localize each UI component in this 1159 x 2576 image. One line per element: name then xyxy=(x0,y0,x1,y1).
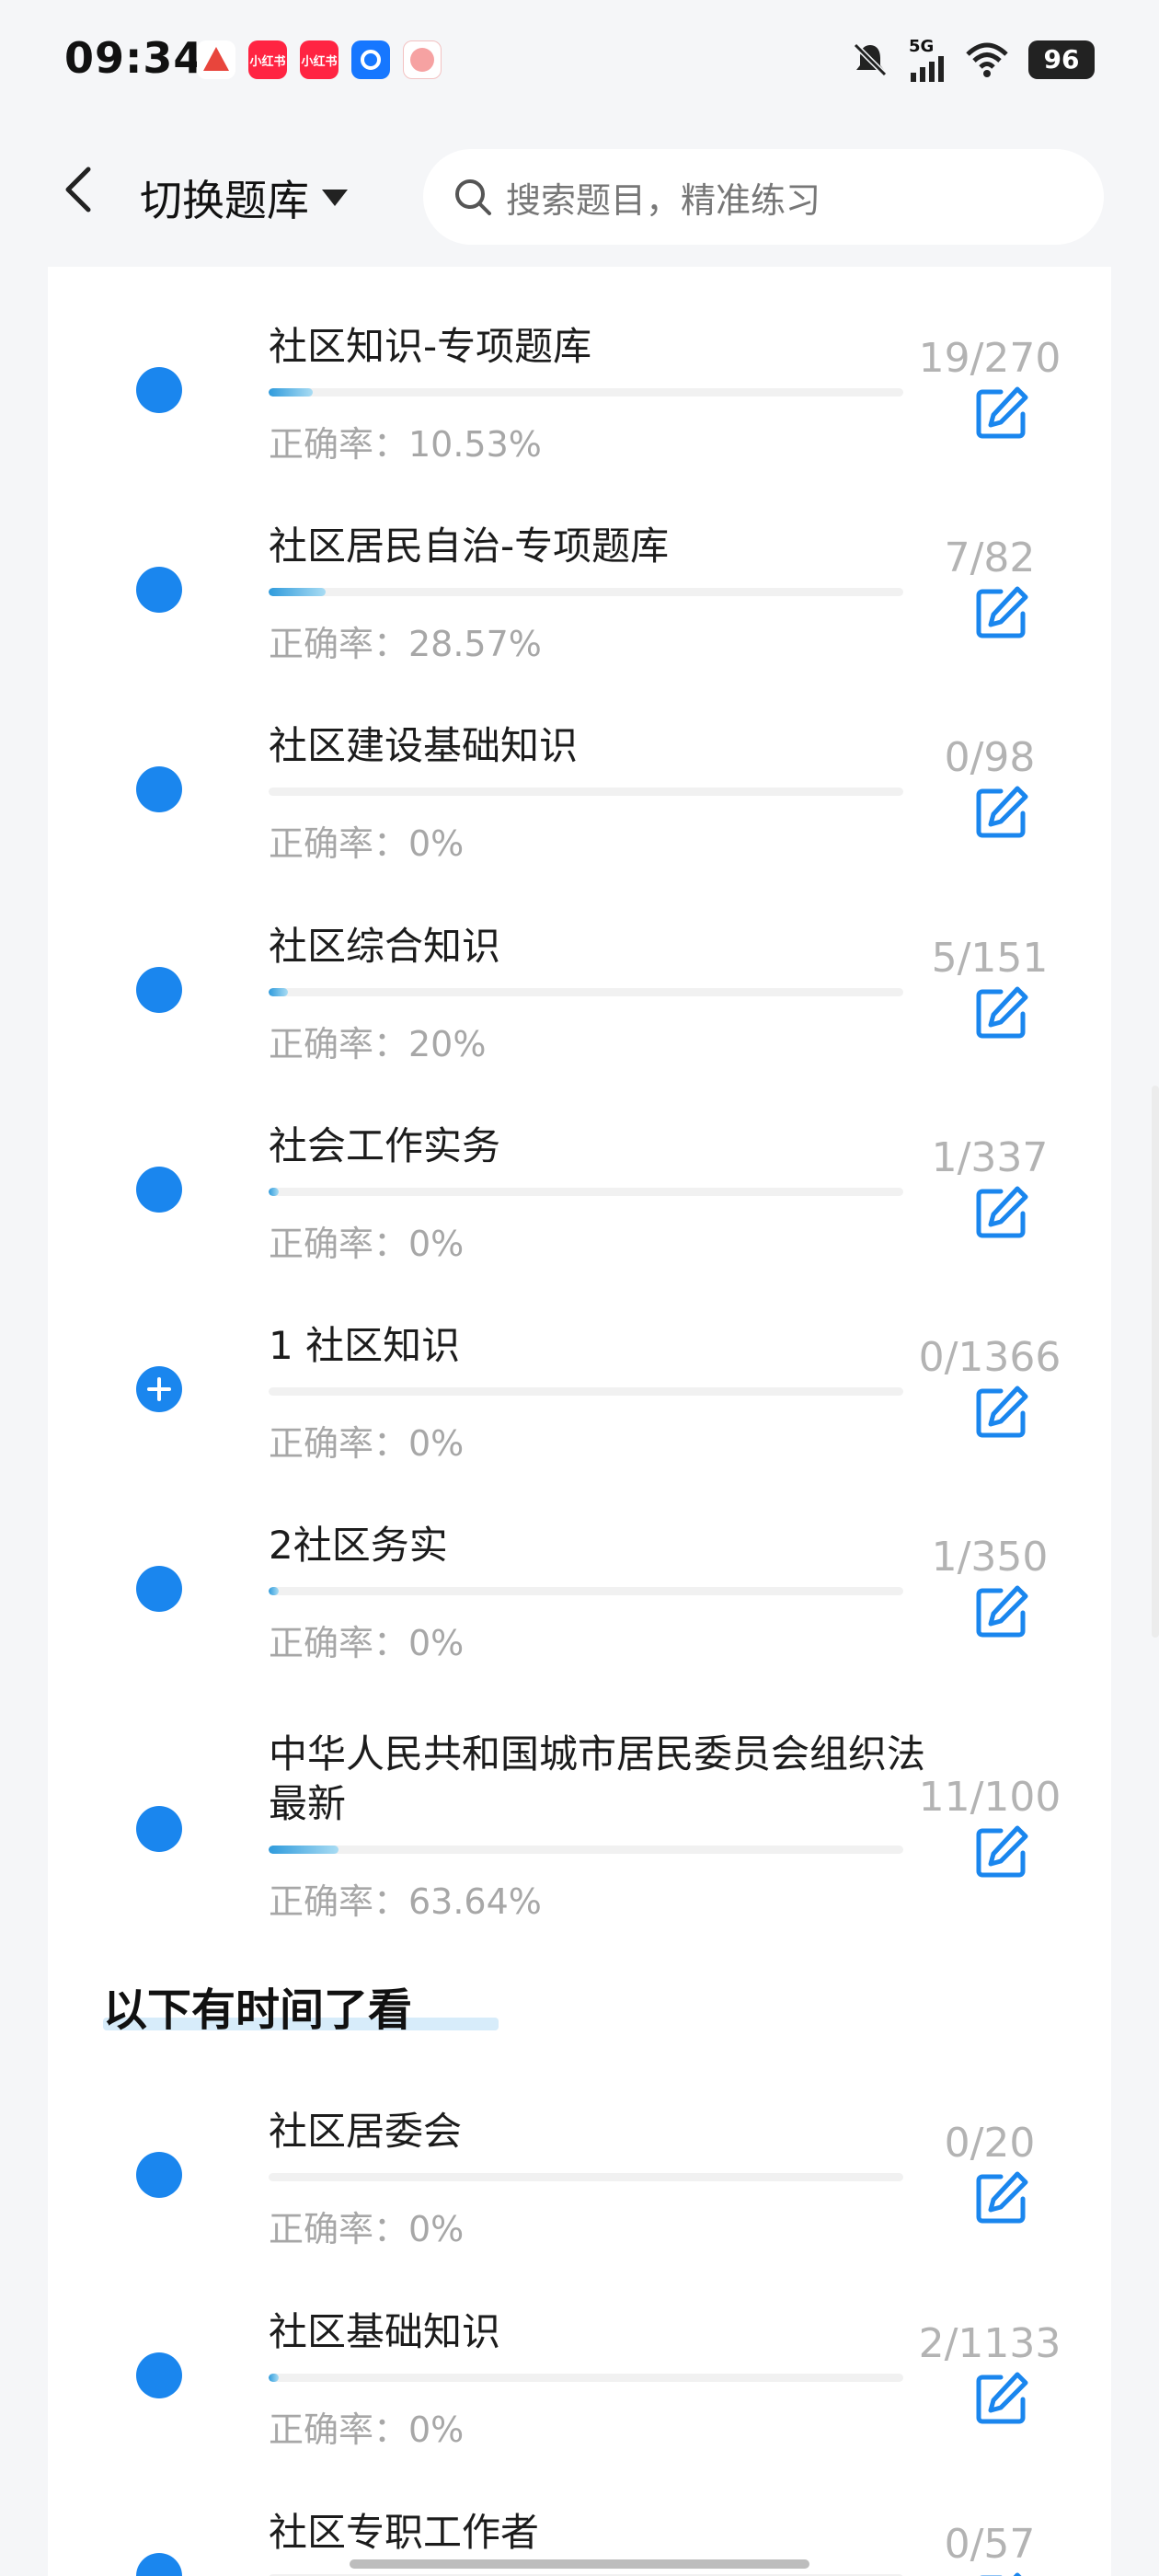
edit-icon[interactable] xyxy=(973,584,1030,641)
status-time: 09:34 xyxy=(64,33,204,83)
network-type: 5G xyxy=(909,37,935,56)
item-title: 社区建设基础知识 xyxy=(269,723,579,768)
edit-icon[interactable] xyxy=(973,2169,1030,2226)
accuracy-rate: 正确率：0% xyxy=(269,1224,465,1264)
battery-indicator: 96 xyxy=(1028,40,1095,79)
progress-bar xyxy=(269,2374,903,2382)
item-title: 社区居民自治-专项题库 xyxy=(269,523,670,569)
accuracy-rate: 正确率：28.57% xyxy=(269,624,542,664)
progress-fill xyxy=(269,988,288,996)
accuracy-rate: 正确率：20% xyxy=(269,1024,487,1064)
progress-bar xyxy=(269,988,903,996)
status-dot-icon xyxy=(136,2553,182,2576)
bell-muted-icon xyxy=(853,42,888,76)
progress-bar xyxy=(269,1587,903,1595)
progress-bar xyxy=(269,1188,903,1196)
item-title: 社区知识-专项题库 xyxy=(269,324,592,369)
search-icon xyxy=(455,179,491,215)
app-icon-1 xyxy=(197,40,235,79)
progress-count: 7/82 xyxy=(944,535,1036,581)
wifi-icon xyxy=(966,42,1008,77)
progress-fill xyxy=(269,1846,339,1854)
edit-icon[interactable] xyxy=(973,1823,1030,1880)
progress-count: 5/151 xyxy=(931,935,1049,982)
question-bank-list: 社区知识-专项题库正确率：10.53% 19/270 社区居民自治-专项题库正确率：… xyxy=(48,267,1111,2576)
chevron-left-icon xyxy=(65,167,91,213)
app-icon-5 xyxy=(403,40,442,79)
caret-down-icon xyxy=(322,190,348,206)
edit-icon[interactable] xyxy=(973,2370,1030,2427)
accuracy-rate: 正确率：63.64% xyxy=(269,1881,542,1922)
status-dot-icon xyxy=(136,967,182,1013)
status-dot-icon xyxy=(136,367,182,413)
status-indicators: 5G 96 xyxy=(850,37,1095,82)
progress-count: 0/98 xyxy=(944,734,1036,781)
item-title: 社区综合知识 xyxy=(269,924,501,969)
item-title: 社区专职工作者 xyxy=(269,2510,540,2555)
progress-bar xyxy=(269,2173,903,2181)
item-title: 2社区务实 xyxy=(269,1523,448,1568)
edit-icon[interactable] xyxy=(973,1583,1030,1640)
section-title: 以下有时间了看 xyxy=(103,1984,413,2036)
switch-bank-label: 切换题库 xyxy=(140,176,309,225)
progress-bar xyxy=(269,1387,903,1396)
status-dot-icon xyxy=(136,2352,182,2398)
notification-app-icons: 小红书 小红书 xyxy=(197,40,442,79)
progress-count: 0/20 xyxy=(944,2120,1036,2167)
switch-bank-dropdown[interactable]: 切换题库 xyxy=(140,167,350,228)
item-title: 社区基础知识 xyxy=(269,2309,501,2354)
expand-plus-icon[interactable] xyxy=(136,1366,182,1412)
status-dot-icon xyxy=(136,1806,182,1852)
search-input[interactable]: 搜索题目，精准练习 xyxy=(423,149,1104,245)
signal-icon: 5G xyxy=(909,37,946,82)
progress-count: 0/57 xyxy=(944,2521,1036,2568)
app-root: 09:34 小红书 小红书 5G 96 切换题库 搜索题目，精准练习 社区知识-… xyxy=(0,0,1159,2576)
item-title: 社会工作实务 xyxy=(269,1123,501,1168)
edit-icon[interactable] xyxy=(973,1384,1030,1441)
app-icon-3: 小红书 xyxy=(300,40,339,79)
status-dot-icon xyxy=(136,567,182,613)
status-dot-icon xyxy=(136,766,182,812)
accuracy-rate: 正确率：0% xyxy=(269,2209,465,2249)
progress-fill xyxy=(269,1587,280,1595)
progress-count: 1/337 xyxy=(931,1134,1049,1181)
progress-count: 1/350 xyxy=(931,1534,1049,1581)
accuracy-rate: 正确率：0% xyxy=(269,823,465,864)
progress-count: 0/1366 xyxy=(918,1334,1061,1381)
progress-bar xyxy=(269,588,903,596)
progress-bar xyxy=(269,1846,903,1854)
edit-icon[interactable] xyxy=(973,784,1030,841)
app-icon-2: 小红书 xyxy=(248,40,287,79)
accuracy-rate: 正确率：0% xyxy=(269,1623,465,1663)
status-bar: 09:34 小红书 小红书 5G 96 xyxy=(0,0,1159,129)
app-icon-4 xyxy=(351,40,390,79)
progress-fill xyxy=(269,2374,280,2382)
edit-icon[interactable] xyxy=(973,385,1030,442)
progress-fill xyxy=(269,1188,280,1196)
edit-icon[interactable] xyxy=(973,1184,1030,1241)
back-button[interactable] xyxy=(52,162,107,217)
progress-count: 19/270 xyxy=(918,335,1061,382)
top-header: 切换题库 搜索题目，精准练习 xyxy=(0,129,1159,267)
progress-count: 11/100 xyxy=(918,1774,1061,1821)
progress-bar xyxy=(269,388,903,397)
progress-fill xyxy=(269,388,314,397)
accuracy-rate: 正确率：0% xyxy=(269,2409,465,2450)
accuracy-rate: 正确率：0% xyxy=(269,1423,465,1464)
item-title: 1 社区知识 xyxy=(269,1323,461,1368)
item-title: 中华人民共和国城市居民委员会组织法 最新 xyxy=(269,1731,926,1826)
edit-icon[interactable] xyxy=(973,984,1030,1041)
accuracy-rate: 正确率：10.53% xyxy=(269,424,542,465)
search-placeholder: 搜索题目，精准练习 xyxy=(506,179,821,221)
item-title: 社区居委会 xyxy=(269,2109,463,2154)
progress-count: 2/1133 xyxy=(918,2320,1061,2367)
progress-bar xyxy=(269,788,903,796)
status-dot-icon xyxy=(136,1566,182,1612)
status-dot-icon xyxy=(136,1167,182,1213)
status-dot-icon xyxy=(136,2152,182,2198)
home-indicator[interactable] xyxy=(350,2559,809,2569)
progress-fill xyxy=(269,588,327,596)
scrollbar[interactable] xyxy=(1152,1086,1159,1638)
edit-icon[interactable] xyxy=(973,2570,1030,2576)
